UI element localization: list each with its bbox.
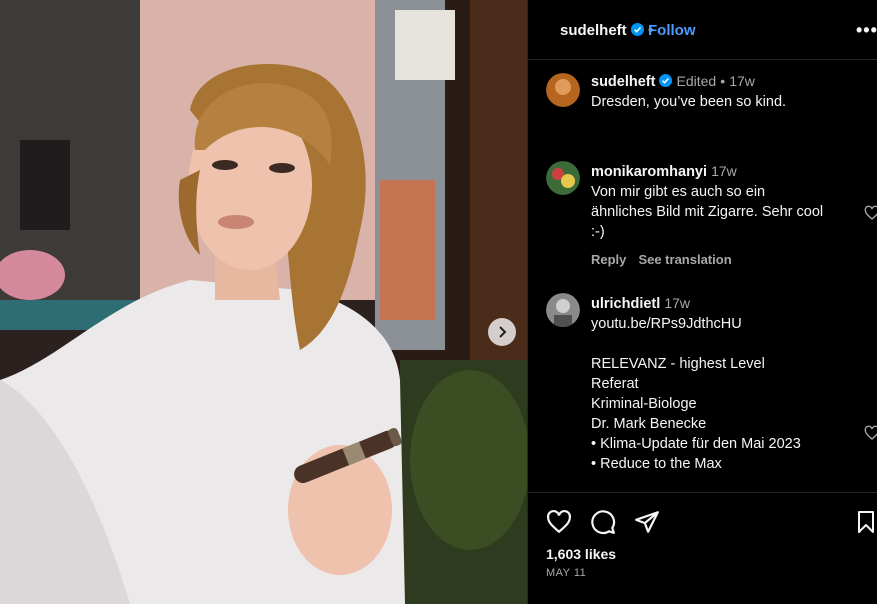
comment-line: RELEVANZ - highest Level <box>591 356 765 372</box>
next-slide-button[interactable] <box>488 318 516 346</box>
caption-age[interactable]: 17w <box>729 73 755 89</box>
comment-line: • Reduce to the Max <box>591 456 722 472</box>
heart-icon[interactable] <box>864 205 877 221</box>
comment-link[interactable]: youtu.be/RPs9JdthcHU <box>591 314 841 334</box>
reply-button[interactable]: Reply <box>591 252 626 267</box>
heart-icon[interactable] <box>864 425 877 441</box>
avatar[interactable] <box>546 293 580 327</box>
avatar[interactable] <box>546 161 580 195</box>
comment-line: Dr. Mark Benecke <box>591 416 707 432</box>
post-date: MAY 11 <box>546 567 587 579</box>
verified-badge-icon <box>630 23 644 36</box>
comment-age[interactable]: 17w <box>711 163 737 179</box>
chevron-right-icon <box>499 326 507 338</box>
edited-label: Edited <box>676 73 717 89</box>
comment-line: • Klima-Update für den Mai 2023 <box>591 436 801 452</box>
comment-body: monikaromhanyi 17w Von mir gibt es auch … <box>591 161 841 270</box>
post-side-panel: sudelheft • Follow ••• sudelheft Edited … <box>527 0 877 604</box>
avatar[interactable] <box>546 73 580 107</box>
caption-text: Dresden, you’ve been so kind. <box>591 94 787 110</box>
likes-count[interactable]: 1,603 likes <box>546 546 616 562</box>
post-photo[interactable] <box>0 0 527 604</box>
caption-username[interactable]: sudelheft <box>591 74 655 90</box>
see-translation-button[interactable]: See translation <box>638 252 731 267</box>
comment-username[interactable]: ulrichdietl <box>591 296 660 312</box>
comment-line: Referat <box>591 376 639 392</box>
comment-line: ähnliches Bild mit Zigarre. Sehr cool <box>591 204 824 220</box>
comment-body: ulrichdietl 17w youtu.be/RPs9JdthcHU REL… <box>591 293 841 474</box>
follow-button[interactable]: Follow <box>648 22 696 39</box>
comment-age[interactable]: 17w <box>664 295 690 311</box>
comment-line: :-) <box>591 224 605 240</box>
photo-illustration <box>0 0 527 604</box>
more-options-icon[interactable]: ••• <box>856 20 877 41</box>
comment-username[interactable]: monikaromhanyi <box>591 164 707 180</box>
comment-line: Von mir gibt es auch so ein <box>591 184 766 200</box>
share-icon[interactable] <box>634 509 660 535</box>
post-actions: 1,603 likes MAY 11 <box>528 492 877 604</box>
caption-body: sudelheft Edited • 17w Dresden, you’ve b… <box>591 73 841 112</box>
header-username-row: sudelheft • <box>560 22 653 39</box>
comment-icon[interactable] <box>590 509 616 535</box>
bookmark-icon[interactable] <box>854 509 877 535</box>
header-username[interactable]: sudelheft <box>560 22 627 39</box>
comment-line <box>591 334 841 354</box>
heart-icon[interactable] <box>546 509 572 535</box>
verified-badge-icon <box>659 74 673 87</box>
caption-separator: • <box>720 73 726 89</box>
post-header: sudelheft • Follow ••• <box>528 0 877 60</box>
comment-line: Kriminal-Biologe <box>591 396 697 412</box>
